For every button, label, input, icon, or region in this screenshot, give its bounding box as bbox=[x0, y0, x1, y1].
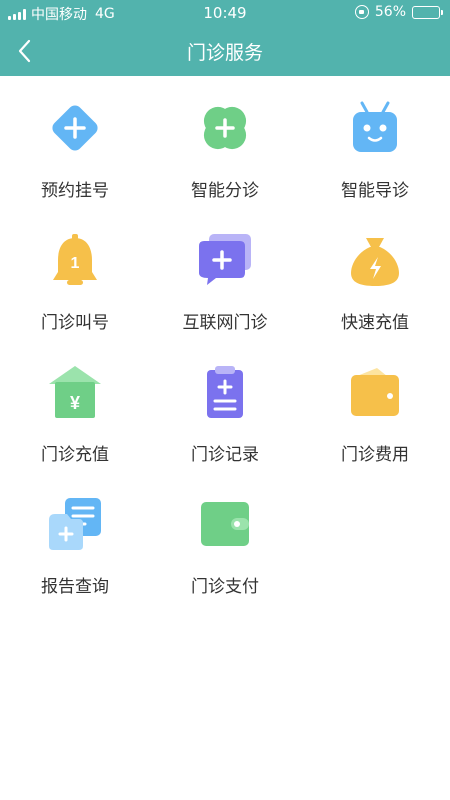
nav-bar: 门诊服务 bbox=[0, 26, 450, 76]
service-clinic-recharge[interactable]: ¥ 门诊充值 bbox=[0, 340, 150, 472]
svg-text:¥: ¥ bbox=[70, 393, 80, 413]
service-queue-call[interactable]: 1 门诊叫号 bbox=[0, 208, 150, 340]
service-label: 门诊充值 bbox=[41, 445, 109, 465]
chevron-left-icon bbox=[18, 39, 31, 63]
svg-text:1: 1 bbox=[71, 255, 80, 272]
service-label: 报告查询 bbox=[41, 577, 109, 597]
add-clover-icon bbox=[203, 106, 247, 150]
service-clinic-records[interactable]: 门诊记录 bbox=[150, 340, 300, 472]
service-label: 互联网门诊 bbox=[182, 313, 268, 333]
service-quick-recharge[interactable]: 快速充值 bbox=[300, 208, 450, 340]
service-smart-triage[interactable]: 智能分诊 bbox=[150, 76, 300, 208]
service-smart-guide[interactable]: 智能导诊 bbox=[300, 76, 450, 208]
chat-add-icon bbox=[199, 234, 251, 285]
card-wallet-icon bbox=[201, 502, 249, 546]
status-right: 56% bbox=[354, 4, 443, 20]
battery-percent: 56% bbox=[374, 4, 406, 20]
service-clinic-payment[interactable]: 门诊支付 bbox=[150, 472, 300, 604]
page-title: 门诊服务 bbox=[186, 42, 263, 64]
bell-icon: 1 bbox=[53, 234, 97, 285]
yuan-house-icon: ¥ bbox=[49, 366, 101, 418]
rotation-lock-icon bbox=[354, 5, 369, 19]
service-appointment[interactable]: 预约挂号 bbox=[0, 76, 150, 208]
service-label: 预约挂号 bbox=[41, 181, 109, 201]
clipboard-icon bbox=[207, 366, 243, 418]
wallet-icon bbox=[351, 368, 399, 416]
service-label: 门诊支付 bbox=[191, 577, 259, 597]
service-internet-clinic[interactable]: 互联网门诊 bbox=[150, 208, 300, 340]
robot-icon bbox=[353, 101, 397, 152]
back-button[interactable] bbox=[10, 36, 42, 66]
service-label: 快速充值 bbox=[341, 313, 409, 333]
battery-icon bbox=[412, 5, 443, 19]
service-label: 智能分诊 bbox=[191, 181, 259, 201]
report-icon bbox=[49, 498, 101, 550]
service-label: 智能导诊 bbox=[341, 181, 409, 201]
money-bag-icon bbox=[351, 238, 399, 286]
service-label: 门诊叫号 bbox=[41, 313, 109, 333]
header: 中国移动 4G 10:49 56% 门诊服务 bbox=[0, 0, 450, 76]
service-clinic-fees[interactable]: 门诊费用 bbox=[300, 340, 450, 472]
add-diamond-icon bbox=[52, 105, 98, 151]
service-label: 门诊费用 bbox=[341, 445, 409, 465]
service-report-query[interactable]: 报告查询 bbox=[0, 472, 150, 604]
service-label: 门诊记录 bbox=[191, 445, 259, 465]
status-bar: 中国移动 4G 10:49 56% bbox=[0, 0, 450, 26]
